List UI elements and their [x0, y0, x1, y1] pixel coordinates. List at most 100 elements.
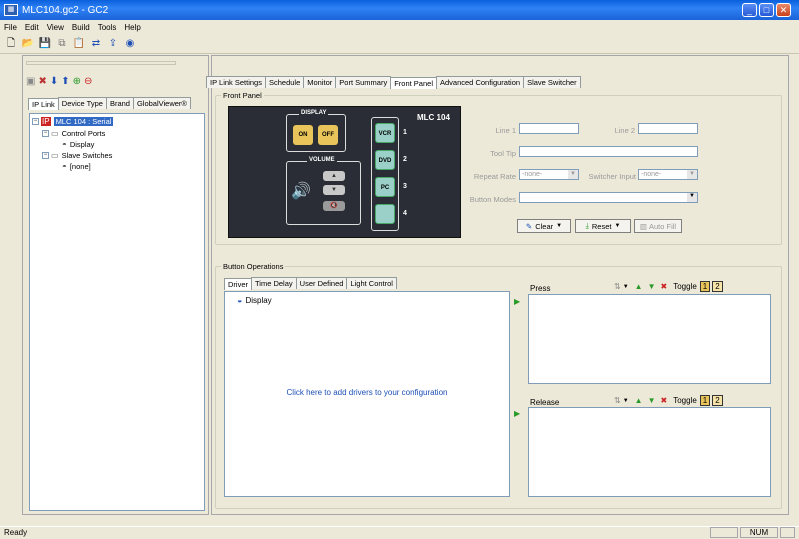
tab-user-defined[interactable]: User Defined — [295, 277, 348, 289]
release-toggle-1[interactable]: 1 — [699, 395, 711, 406]
tab-slave-switcher[interactable]: Slave Switcher — [523, 76, 581, 88]
remove-device-icon[interactable]: ✖ — [38, 76, 46, 87]
move-up-icon[interactable]: ▲ — [635, 396, 643, 405]
collapse-icon[interactable]: − — [42, 130, 49, 137]
left-toolbar: ▣ ✖ ⬇ ⬆ ⊕ ⊖ — [26, 76, 95, 87]
copy-icon[interactable]: ⧉ — [55, 37, 69, 51]
device-icon[interactable]: ▣ — [26, 76, 35, 87]
save-icon[interactable]: 💾 — [38, 37, 52, 51]
tab-light-control[interactable]: Light Control — [346, 277, 397, 289]
move-up-icon[interactable]: ▲ — [635, 282, 643, 291]
remove-icon[interactable]: ⊖ — [84, 76, 92, 87]
menu-edit[interactable]: Edit — [25, 23, 39, 32]
line2-input[interactable] — [638, 123, 698, 134]
tab-time-delay[interactable]: Time Delay — [251, 277, 297, 289]
dropdown-arrow-icon[interactable]: ▼ — [687, 193, 697, 202]
add-press-arrow-icon[interactable]: ▶ — [514, 297, 520, 306]
move-down-icon[interactable]: ⬇ — [50, 76, 58, 87]
tooltip-input[interactable] — [519, 146, 698, 157]
menu-build[interactable]: Build — [72, 23, 90, 32]
tree-control-ports[interactable]: − ▭ Control Ports — [42, 129, 105, 138]
tab-advanced-configuration[interactable]: Advanced Configuration — [436, 76, 525, 88]
tree-display[interactable]: ◓ Display — [62, 140, 94, 149]
menu-view[interactable]: View — [47, 23, 64, 32]
panel-on-button[interactable]: ON — [293, 125, 313, 145]
clear-button[interactable]: ✎ Clear ▼ — [517, 219, 571, 233]
switcher-input-select[interactable]: -none- ▼ — [638, 169, 698, 180]
add-release-arrow-icon[interactable]: ▶ — [514, 409, 520, 418]
reset-button[interactable]: ⤓ Reset ▼ — [575, 219, 631, 233]
dropdown-arrow-icon[interactable]: ▼ — [568, 170, 578, 179]
input-4-button[interactable] — [375, 204, 395, 224]
sort-icon[interactable]: ⇅ — [614, 282, 621, 291]
add-icon[interactable]: ⊕ — [73, 76, 81, 87]
tab-driver[interactable]: Driver — [224, 278, 252, 290]
maximize-button[interactable]: □ — [759, 3, 774, 17]
title-bar: ▦ MLC104.gc2 - GC2 _ □ ✕ — [0, 0, 799, 20]
press-list[interactable] — [528, 294, 771, 384]
input-pc-button[interactable]: PC — [375, 177, 395, 197]
new-file-icon[interactable]: 🗋 — [4, 37, 18, 51]
tab-globalviewer[interactable]: GlobalViewer® — [132, 97, 191, 109]
menu-file[interactable]: File — [4, 23, 17, 32]
paste-icon[interactable]: 📋 — [72, 37, 86, 51]
input-dvd-button[interactable]: DVD — [375, 150, 395, 170]
tree-slave-switches[interactable]: − ▭ Slave Switches — [42, 151, 112, 160]
release-toggle-label: Toggle — [673, 396, 697, 405]
right-pane: IP Link Settings Schedule Monitor Port S… — [206, 55, 789, 515]
input-vcr-button[interactable]: VCR — [375, 123, 395, 143]
volume-down-icon[interactable]: ▼ — [323, 185, 345, 195]
close-button[interactable]: ✕ — [776, 3, 791, 17]
minimize-button[interactable]: _ — [742, 3, 757, 17]
dropdown-arrow-icon[interactable]: ▼ — [623, 398, 629, 404]
delete-icon[interactable]: ✖ — [661, 396, 668, 405]
volume-up-icon[interactable]: ▲ — [323, 171, 345, 181]
move-down-icon[interactable]: ▼ — [648, 396, 656, 405]
collapse-icon[interactable]: − — [32, 118, 39, 125]
driver-list[interactable]: ◒ Display Click here to add drivers to y… — [224, 291, 510, 497]
tree-none[interactable]: ◓ [none] — [62, 162, 91, 171]
mute-icon[interactable]: 🔇 — [323, 201, 345, 211]
repeat-rate-select[interactable]: -none- ▼ — [519, 169, 579, 180]
tab-port-summary[interactable]: Port Summary — [335, 76, 392, 88]
menu-tools[interactable]: Tools — [98, 23, 117, 32]
tab-front-panel[interactable]: Front Panel — [390, 77, 437, 89]
press-toggle-1[interactable]: 1 — [699, 281, 711, 292]
tab-ip-link[interactable]: IP Link — [28, 98, 59, 110]
dropdown-arrow-icon[interactable]: ▼ — [556, 223, 562, 229]
dropdown-arrow-icon[interactable]: ▼ — [623, 284, 629, 290]
collapse-icon[interactable]: − — [42, 152, 49, 159]
line1-input[interactable] — [519, 123, 579, 134]
connect-icon[interactable]: ◉ — [123, 37, 137, 51]
delete-icon[interactable]: ✖ — [661, 282, 668, 291]
release-list[interactable] — [528, 407, 771, 497]
release-toggle-2[interactable]: 2 — [712, 395, 723, 406]
button-operations-group: Button Operations Driver Time Delay User… — [215, 262, 782, 509]
press-toggle-2[interactable]: 2 — [712, 281, 723, 292]
device-icon: IP — [41, 117, 51, 126]
tab-brand[interactable]: Brand — [105, 97, 134, 109]
move-up-icon[interactable]: ⬆ — [61, 76, 69, 87]
open-folder-icon[interactable]: 📂 — [21, 37, 35, 51]
sort-icon[interactable]: ⇅ — [614, 396, 621, 405]
folder-icon: ▭ — [51, 129, 59, 138]
transfer-icon[interactable]: ⇄ — [89, 37, 103, 51]
panel-off-button[interactable]: OFF — [318, 125, 338, 145]
driver-item-display[interactable]: ◒ Display — [237, 295, 272, 305]
tab-monitor[interactable]: Monitor — [303, 76, 337, 88]
splitter — [26, 61, 176, 65]
display-section-label: DISPLAY — [299, 110, 329, 116]
input-number-3: 3 — [403, 183, 407, 190]
dropdown-arrow-icon[interactable]: ▼ — [614, 223, 620, 229]
tree-root[interactable]: − IP MLC 104 : Serial — [32, 117, 114, 126]
menu-help[interactable]: Help — [124, 23, 140, 32]
tab-device-type[interactable]: Device Type — [57, 97, 107, 109]
add-drivers-link[interactable]: Click here to add drivers to your config… — [225, 388, 509, 397]
tab-ip-link-settings[interactable]: IP Link Settings — [206, 76, 266, 88]
upload-icon[interactable]: ⇪ — [106, 37, 120, 51]
auto-fill-button[interactable]: ▥ Auto Fill — [634, 219, 682, 233]
tab-schedule[interactable]: Schedule — [264, 76, 305, 88]
button-modes-select[interactable]: ▼ — [519, 192, 698, 203]
dropdown-arrow-icon[interactable]: ▼ — [687, 170, 697, 179]
move-down-icon[interactable]: ▼ — [648, 282, 656, 291]
